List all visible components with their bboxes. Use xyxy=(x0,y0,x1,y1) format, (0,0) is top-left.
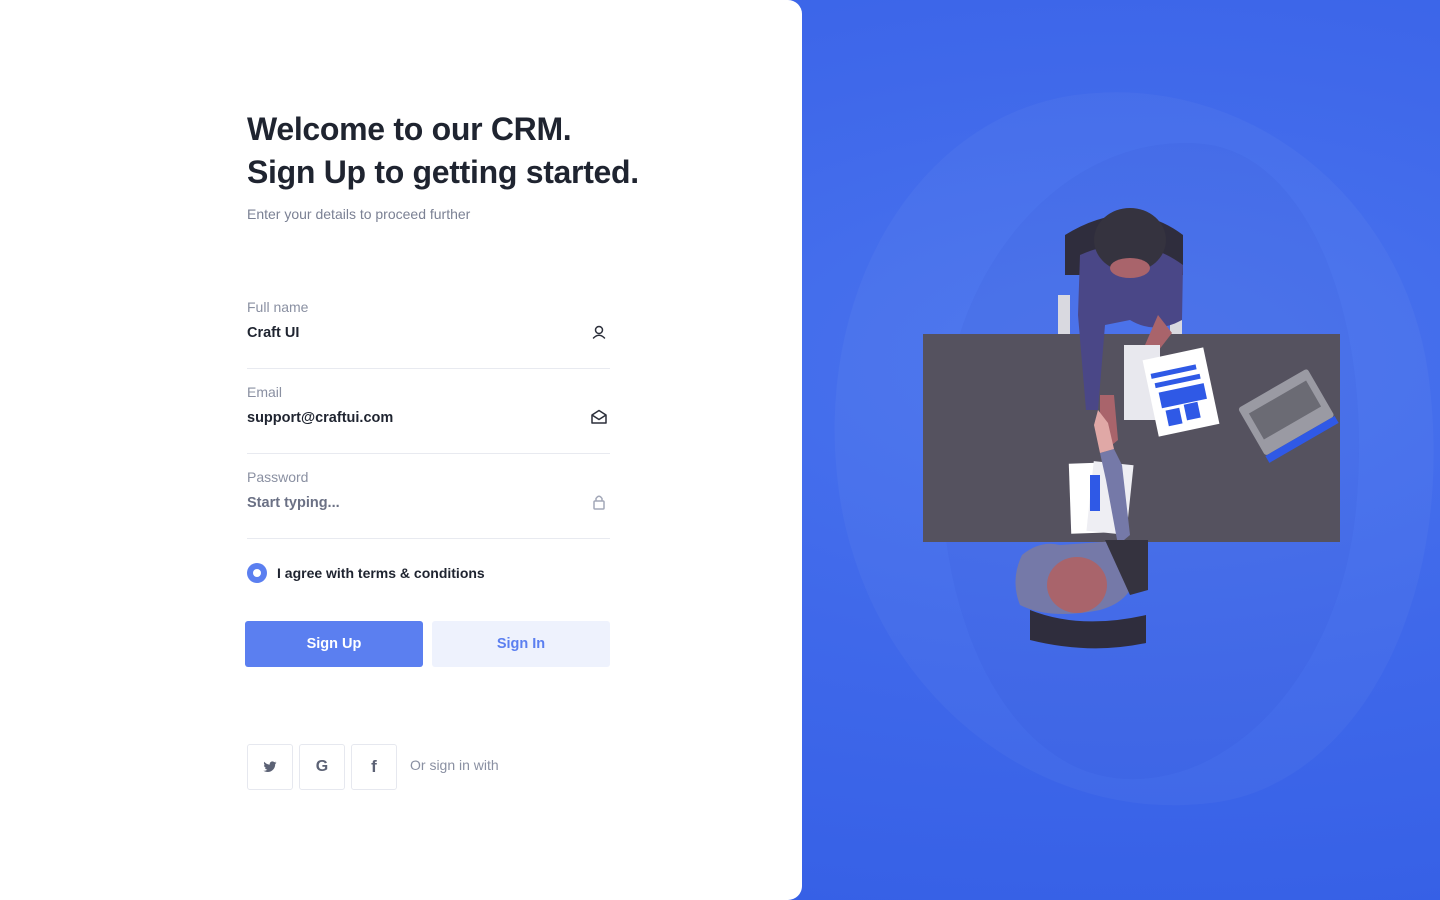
title-line-2: Sign Up to getting started. xyxy=(247,154,639,190)
terms-checkbox-row[interactable]: I agree with terms & conditions xyxy=(247,562,485,584)
lock-icon xyxy=(593,495,605,510)
facebook-button[interactable]: f xyxy=(351,744,397,790)
password-field[interactable]: Password Start typing... xyxy=(247,469,610,539)
email-field[interactable]: Email support@craftui.com xyxy=(247,384,610,454)
terms-checkbox[interactable] xyxy=(247,563,267,583)
handshake-illustration xyxy=(923,208,1340,649)
terms-label: I agree with terms & conditions xyxy=(277,565,485,581)
sign-in-button[interactable]: Sign In xyxy=(432,621,610,667)
email-input[interactable]: support@craftui.com xyxy=(247,410,393,426)
email-label: Email xyxy=(247,384,283,400)
full-name-label: Full name xyxy=(247,299,309,315)
full-name-input[interactable]: Craft UI xyxy=(247,325,299,341)
google-icon: G xyxy=(315,758,329,775)
social-signin-label: Or sign in with xyxy=(410,757,499,773)
twitter-button[interactable] xyxy=(247,744,293,790)
mail-icon xyxy=(591,409,607,424)
signup-panel: Welcome to our CRM. Sign Up to getting s… xyxy=(0,0,802,900)
twitter-icon xyxy=(263,761,277,772)
password-input[interactable]: Start typing... xyxy=(247,495,340,511)
password-label: Password xyxy=(247,469,309,485)
page-subtitle: Enter your details to proceed further xyxy=(247,206,471,222)
page-title: Welcome to our CRM. Sign Up to getting s… xyxy=(247,108,639,194)
facebook-icon: f xyxy=(371,757,377,776)
google-button[interactable]: G xyxy=(299,744,345,790)
user-icon xyxy=(592,325,606,339)
full-name-field[interactable]: Full name Craft UI xyxy=(247,299,610,369)
sign-up-button[interactable]: Sign Up xyxy=(245,621,423,667)
title-line-1: Welcome to our CRM. xyxy=(247,111,572,147)
